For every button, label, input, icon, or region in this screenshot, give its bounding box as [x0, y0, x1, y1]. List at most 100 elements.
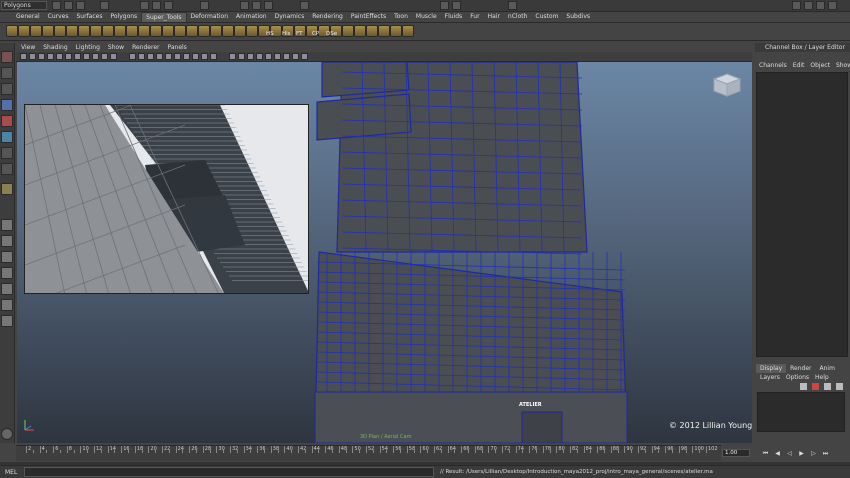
panel-toolbar-icon[interactable]: [165, 53, 172, 60]
shelf-tab-polygons[interactable]: Polygons: [106, 12, 141, 22]
shelf-tab-ncloth[interactable]: nCloth: [504, 12, 532, 22]
mel-label[interactable]: MEL: [5, 469, 17, 476]
panel-menu-renderer[interactable]: Renderer: [132, 44, 159, 51]
view-cube-icon[interactable]: [712, 72, 742, 98]
go-to-start-icon[interactable]: ⏮: [762, 450, 769, 457]
shelf-tool-icon[interactable]: [198, 25, 210, 37]
shelf-tool-icon[interactable]: [78, 25, 90, 37]
shelf-tool-icon[interactable]: [126, 25, 138, 37]
shelf-tool-icon[interactable]: [30, 25, 42, 37]
layout-custom-icon[interactable]: [1, 299, 13, 311]
shelf-tab-painteffects[interactable]: PaintEffects: [347, 12, 390, 22]
last-tool-icon[interactable]: [1, 163, 13, 175]
layer-tab-display[interactable]: Display: [756, 364, 787, 373]
layout-outliner-icon[interactable]: [1, 315, 13, 327]
panel-toolbar-icon[interactable]: [174, 53, 181, 60]
shelf-tab-custom[interactable]: Custom: [531, 12, 562, 22]
shelf-tool-icon[interactable]: [42, 25, 54, 37]
open-scene-icon[interactable]: [64, 1, 73, 10]
panel-menu-panels[interactable]: Panels: [167, 44, 186, 51]
panel-toolbar-icon[interactable]: [256, 53, 263, 60]
layer-options-icon-2[interactable]: [836, 383, 843, 390]
panel-toolbar-icon[interactable]: [56, 53, 63, 60]
layout-persp-outliner-icon[interactable]: [1, 251, 13, 263]
layout-single-icon[interactable]: [1, 219, 13, 231]
shelf-tool-icon[interactable]: [402, 25, 414, 37]
toggle-layer-editor-icon[interactable]: [828, 1, 837, 10]
panel-toolbar-icon[interactable]: [38, 53, 45, 60]
shelf-tab-rendering[interactable]: Rendering: [308, 12, 347, 22]
shelf-tool-icon[interactable]: [150, 25, 162, 37]
shelf-tool-icon[interactable]: [102, 25, 114, 37]
channel-box-menu-object[interactable]: Object: [810, 62, 830, 69]
rotate-tool-icon[interactable]: [1, 115, 13, 127]
panel-toolbar-icon[interactable]: [210, 53, 217, 60]
shelf-tool-icon[interactable]: [54, 25, 66, 37]
panel-menu-lighting[interactable]: Lighting: [76, 44, 100, 51]
field-icon-2[interactable]: [452, 1, 461, 10]
panel-menu-show[interactable]: Show: [108, 44, 124, 51]
shelf-tab-muscle[interactable]: Muscle: [412, 12, 441, 22]
lock-icon[interactable]: [1, 428, 13, 440]
field-icon[interactable]: [440, 1, 449, 10]
render-icon[interactable]: [240, 1, 249, 10]
shelf-tab-toon[interactable]: Toon: [390, 12, 412, 22]
shelf-tab-animation[interactable]: Animation: [232, 12, 271, 22]
panel-toolbar-icon[interactable]: [29, 53, 36, 60]
panel-toolbar-icon[interactable]: [156, 53, 163, 60]
shelf-tab-deformation[interactable]: Deformation: [187, 12, 232, 22]
shelf-tool-icon[interactable]: [246, 25, 258, 37]
render-settings-icon[interactable]: [264, 1, 273, 10]
shelf-tab-super_tools[interactable]: Super_Tools: [141, 12, 187, 22]
shelf-tool-icon[interactable]: [18, 25, 30, 37]
snap-point-icon[interactable]: [164, 1, 173, 10]
shelf-tool-icon[interactable]: [174, 25, 186, 37]
shelf-tab-dynamics[interactable]: Dynamics: [271, 12, 309, 22]
panel-toolbar-icon[interactable]: [138, 53, 145, 60]
shelf-tool-icon[interactable]: [114, 25, 126, 37]
channel-box-menu-edit[interactable]: Edit: [793, 62, 805, 69]
shelf-tab-general[interactable]: General: [12, 12, 44, 22]
panel-toolbar-icon[interactable]: [274, 53, 281, 60]
panel-toolbar-icon[interactable]: [283, 53, 290, 60]
ipr-render-icon[interactable]: [252, 1, 261, 10]
snap-grid-icon[interactable]: [140, 1, 149, 10]
layer-tab-anim[interactable]: Anim: [816, 364, 839, 373]
panel-toolbar-icon[interactable]: [247, 53, 254, 60]
layer-options-icon[interactable]: [824, 383, 831, 390]
panel-toolbar-icon[interactable]: [238, 53, 245, 60]
new-layer-selected-icon[interactable]: [812, 383, 819, 390]
panel-toolbar-icon[interactable]: [301, 53, 308, 60]
panel-toolbar-icon[interactable]: [147, 53, 154, 60]
shelf-tool-icon[interactable]: [210, 25, 222, 37]
step-back-icon[interactable]: ◀: [774, 450, 781, 457]
shelf-tab-fluids[interactable]: Fluids: [441, 12, 467, 22]
panel-toolbar-icon[interactable]: [183, 53, 190, 60]
shelf-tab-hair[interactable]: Hair: [484, 12, 504, 22]
panel-toolbar-icon[interactable]: [201, 53, 208, 60]
shelf-tool-icon[interactable]: [90, 25, 102, 37]
panel-menu-shading[interactable]: Shading: [43, 44, 67, 51]
shelf-tab-surfaces[interactable]: Surfaces: [72, 12, 106, 22]
panel-toolbar-icon[interactable]: [110, 53, 117, 60]
play-forward-icon[interactable]: ▶: [798, 450, 805, 457]
panel-menu-view[interactable]: View: [21, 44, 35, 51]
shelf-tab-subdivs[interactable]: Subdivs: [562, 12, 594, 22]
panel-toolbar-icon[interactable]: [47, 53, 54, 60]
panel-toolbar-icon[interactable]: [292, 53, 299, 60]
toggle-tool-settings-icon[interactable]: [804, 1, 813, 10]
shelf-tool-icon[interactable]: [390, 25, 402, 37]
go-to-end-icon[interactable]: ⏭: [822, 450, 829, 457]
shelf-tool-icon[interactable]: [354, 25, 366, 37]
scale-tool-icon[interactable]: [1, 131, 13, 143]
layout-graph-icon[interactable]: [1, 267, 13, 279]
layout-four-icon[interactable]: [1, 235, 13, 247]
panel-toolbar-icon[interactable]: [192, 53, 199, 60]
panel-toolbar-icon[interactable]: [101, 53, 108, 60]
history-icon[interactable]: [200, 1, 209, 10]
select-hierarchy-icon[interactable]: [100, 1, 109, 10]
shelf-tool-icon[interactable]: [66, 25, 78, 37]
manipulator-icon[interactable]: [1, 147, 13, 159]
panel-toolbar-icon[interactable]: [83, 53, 90, 60]
panel-toolbar-icon[interactable]: [92, 53, 99, 60]
